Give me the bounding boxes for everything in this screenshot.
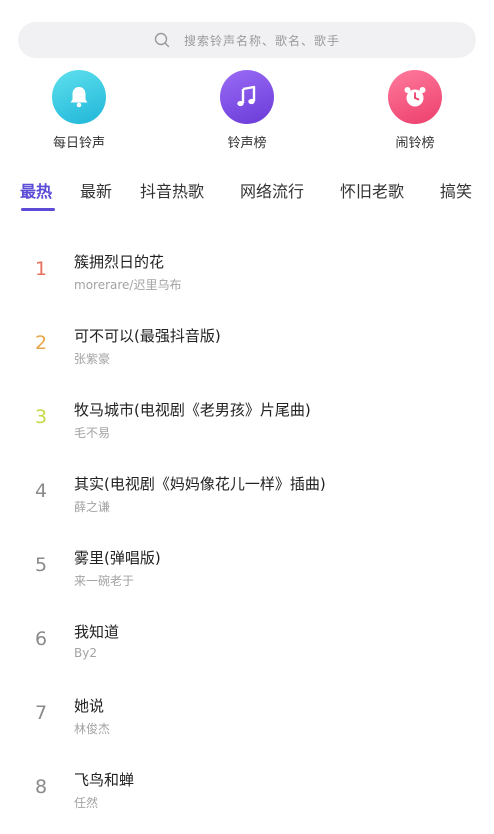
category-tabs: 最热 最新 抖音热歌 网络流行 怀旧老歌 搞笑 — [0, 174, 494, 214]
song-row[interactable]: 6 我知道 By2 — [0, 606, 494, 680]
song-rank: 6 — [34, 628, 48, 650]
song-artist: morerare/迟里乌布 — [74, 278, 182, 292]
song-row[interactable]: 3 牧马城市(电视剧《老男孩》片尾曲) 毛不易 — [0, 384, 494, 458]
shortcut-ringtone-chart[interactable]: 铃声榜 — [192, 70, 302, 151]
song-rank: 5 — [34, 554, 48, 576]
song-title: 可不可以(最强抖音版) — [74, 327, 221, 345]
shortcut-daily-ringtone-label: 每日铃声 — [52, 136, 105, 151]
song-title: 牧马城市(电视剧《老男孩》片尾曲) — [74, 401, 311, 419]
song-row[interactable]: 1 簇拥烈日的花 morerare/迟里乌布 — [0, 236, 494, 310]
song-row[interactable]: 4 其实(电视剧《妈妈像花儿一样》插曲) 薛之谦 — [0, 458, 494, 532]
shortcut-alarm-chart-label: 闹铃榜 — [395, 136, 435, 151]
song-artist: 任然 — [74, 796, 99, 810]
song-artist: 林俊杰 — [74, 722, 111, 736]
song-rank: 3 — [34, 406, 48, 428]
tab-internet-popular[interactable]: 网络流行 — [240, 178, 304, 202]
shortcut-alarm-chart-circle — [388, 70, 442, 124]
song-artist: 毛不易 — [74, 426, 111, 440]
ringtone-home-screen: 搜索铃声名称、歌名、歌手 每日铃声 铃声榜 闹铃榜 最热 最新 抖音热歌 网络流… — [0, 0, 494, 834]
alarm-clock-icon — [404, 87, 426, 107]
song-row[interactable]: 8 飞鸟和蝉 任然 — [0, 754, 494, 828]
song-artist: By2 — [74, 646, 97, 660]
shortcut-alarm-chart[interactable]: 闹铃榜 — [360, 70, 470, 151]
tab-funny[interactable]: 搞笑 — [440, 178, 472, 202]
song-rank: 1 — [34, 258, 48, 280]
shortcut-ringtone-chart-label: 铃声榜 — [227, 136, 267, 151]
search-bar[interactable]: 搜索铃声名称、歌名、歌手 — [18, 22, 476, 58]
song-artist: 张紫豪 — [74, 352, 111, 366]
bell-icon — [70, 87, 88, 108]
song-title: 其实(电视剧《妈妈像花儿一样》插曲) — [74, 475, 326, 493]
song-rank: 4 — [34, 480, 48, 502]
search-placeholder: 搜索铃声名称、歌名、歌手 — [183, 33, 340, 48]
song-title: 她说 — [74, 697, 105, 715]
tab-classic-oldies[interactable]: 怀旧老歌 — [340, 178, 404, 202]
music-note-icon — [237, 85, 256, 107]
song-rank: 8 — [34, 776, 48, 798]
song-artist: 来一碗老于 — [74, 574, 135, 588]
song-row[interactable]: 7 她说 林俊杰 — [0, 680, 494, 754]
song-artist: 薛之谦 — [74, 500, 111, 514]
song-title: 飞鸟和蝉 — [74, 771, 135, 789]
song-rank: 2 — [34, 332, 48, 354]
song-title: 雾里(弹唱版) — [74, 549, 161, 567]
song-rank: 7 — [34, 702, 48, 724]
shortcut-daily-ringtone-circle — [52, 70, 106, 124]
active-tab-indicator — [21, 208, 55, 211]
shortcut-daily-ringtone[interactable]: 每日铃声 — [24, 70, 134, 151]
tab-hottest[interactable]: 最热 — [20, 178, 52, 202]
shortcut-ringtone-chart-circle — [220, 70, 274, 124]
tab-douyin-hits[interactable]: 抖音热歌 — [140, 178, 204, 202]
search-icon — [154, 32, 170, 48]
category-shortcuts: 每日铃声 铃声榜 闹铃榜 — [0, 70, 494, 156]
tab-newest[interactable]: 最新 — [80, 178, 112, 202]
song-row[interactable]: 5 雾里(弹唱版) 来一碗老于 — [0, 532, 494, 606]
song-title: 我知道 — [74, 623, 120, 641]
song-title: 簇拥烈日的花 — [74, 253, 165, 271]
song-row[interactable]: 2 可不可以(最强抖音版) 张紫豪 — [0, 310, 494, 384]
